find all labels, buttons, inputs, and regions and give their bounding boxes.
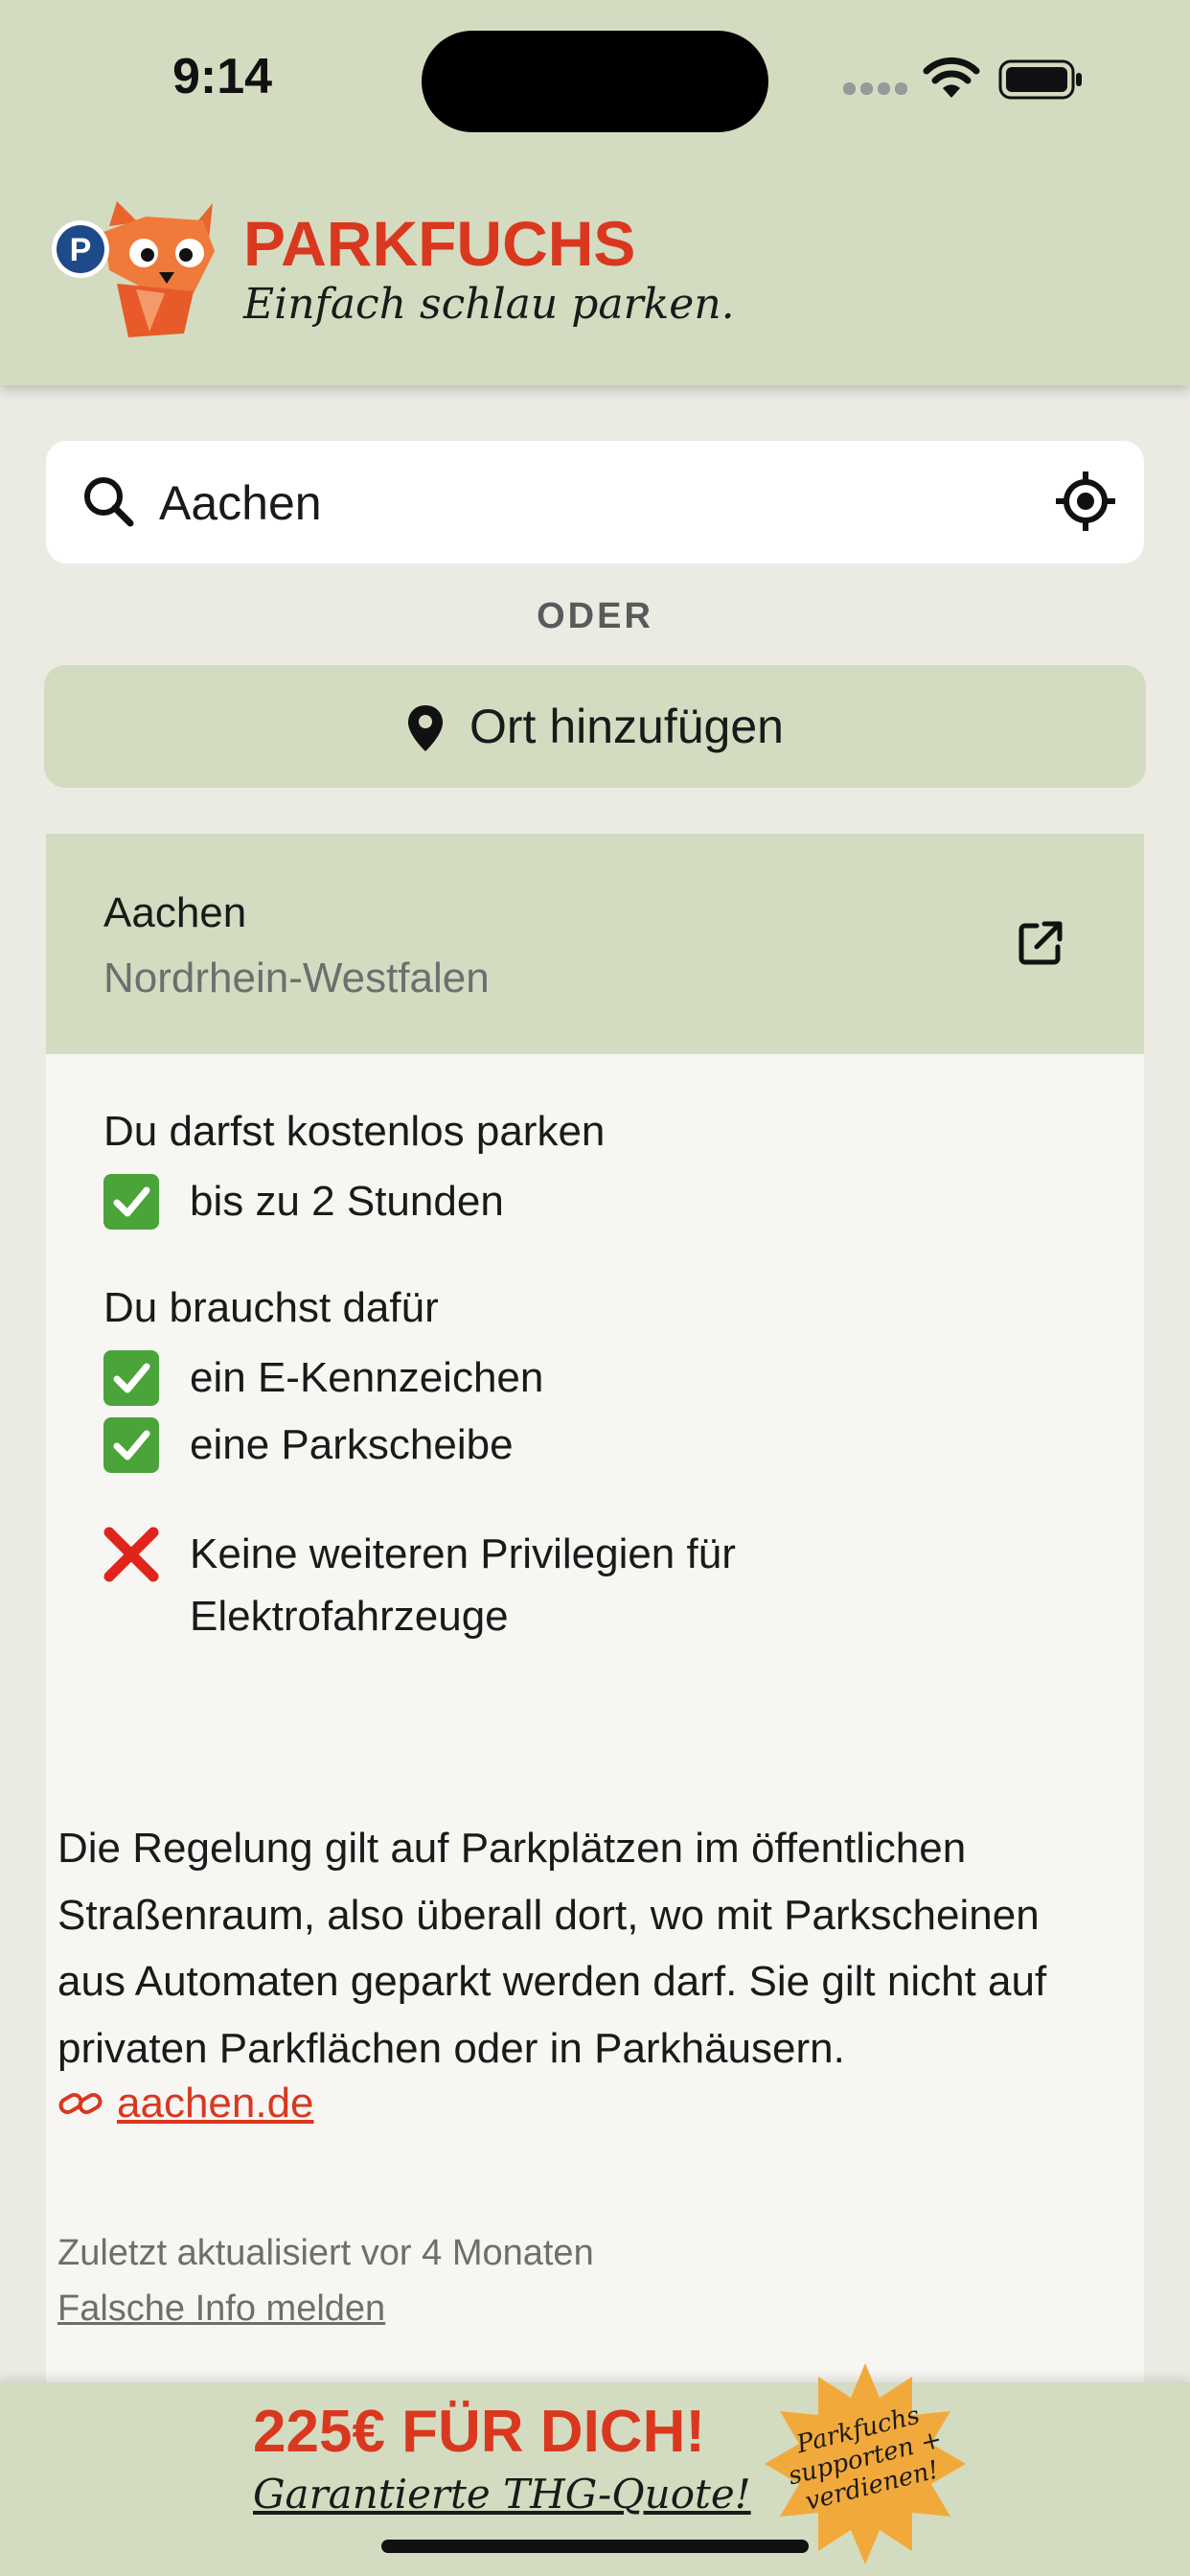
free-parking-duration: bis zu 2 Stunden	[190, 1178, 504, 1225]
brand: P PARKFUCHS Einfach schlau parken.	[50, 197, 1152, 351]
add-place-button[interactable]: Ort hinzufügen	[44, 665, 1146, 788]
status-time: 9:14	[172, 49, 273, 104]
free-parking-title: Du darfst kostenlos parken	[103, 1108, 606, 1155]
no-privileges-line1: Keine weiteren Privilegien für	[190, 1530, 736, 1577]
wifi-icon	[923, 57, 980, 98]
svg-text:P: P	[70, 232, 92, 268]
list-item: ein E-Kennzeichen	[103, 1349, 543, 1407]
search-input[interactable]	[159, 470, 1002, 537]
app-header: 9:14 P PARKFUCHS Einfach schlau parken.	[0, 0, 1190, 385]
no-privileges-line2: Elektrofahrzeuge	[190, 1593, 509, 1640]
search-icon	[84, 477, 134, 527]
list-item: bis zu 2 Stunden	[103, 1173, 504, 1230]
last-updated: Zuletzt aktualisiert vor 4 Monaten	[57, 2233, 594, 2273]
cellular-signal-icon	[843, 82, 912, 100]
search-bar[interactable]	[46, 441, 1144, 564]
state-name: Nordrhein-Westfalen	[103, 954, 490, 1001]
checkmark-icon	[103, 1350, 159, 1406]
promo-subtitle: Garantierte THG-Quote!	[253, 2471, 751, 2518]
requirement-parking-disc: eine Parkscheibe	[190, 1421, 514, 1468]
checkmark-icon	[103, 1174, 159, 1230]
city-name: Aachen	[103, 889, 247, 936]
app-slogan: Einfach schlau parken.	[243, 280, 735, 329]
source-link-text[interactable]: aachen.de	[117, 2080, 314, 2128]
location-card-header[interactable]: Aachen Nordrhein-Westfalen	[46, 834, 1144, 1054]
home-indicator[interactable]	[381, 2540, 809, 2553]
location-pin-icon	[408, 705, 443, 751]
requirement-e-plate: ein E-Kennzeichen	[190, 1354, 544, 1401]
link-icon	[58, 2093, 103, 2114]
source-link[interactable]: aachen.de	[57, 2080, 314, 2128]
app-name: PARKFUCHS	[243, 208, 636, 279]
divider-label: ODER	[537, 596, 653, 636]
location-card: Aachen Nordrhein-Westfalen Du darfst kos…	[46, 834, 1144, 2386]
promo-title: 225€ FÜR DICH!	[253, 2399, 705, 2465]
list-item: Keine weiteren Privilegien für	[103, 1526, 736, 1583]
requirements-title: Du brauchst dafür	[103, 1284, 439, 1331]
external-link-icon[interactable]	[1016, 918, 1065, 968]
list-item: eine Parkscheibe	[103, 1416, 514, 1474]
locate-me-icon[interactable]	[1054, 470, 1117, 533]
dynamic-island	[422, 31, 768, 132]
battery-icon	[998, 59, 1082, 100]
report-wrong-info-link[interactable]: Falsche Info melden	[57, 2288, 385, 2330]
cross-icon	[103, 1527, 159, 1582]
status-bar: 9:14	[0, 0, 1190, 153]
checkmark-icon	[103, 1417, 159, 1473]
fox-logo-icon: P	[52, 201, 215, 337]
rule-description: Die Regelung gilt auf Parkplätzen im öff…	[57, 1825, 1047, 2072]
add-place-label: Ort hinzufügen	[469, 700, 784, 753]
